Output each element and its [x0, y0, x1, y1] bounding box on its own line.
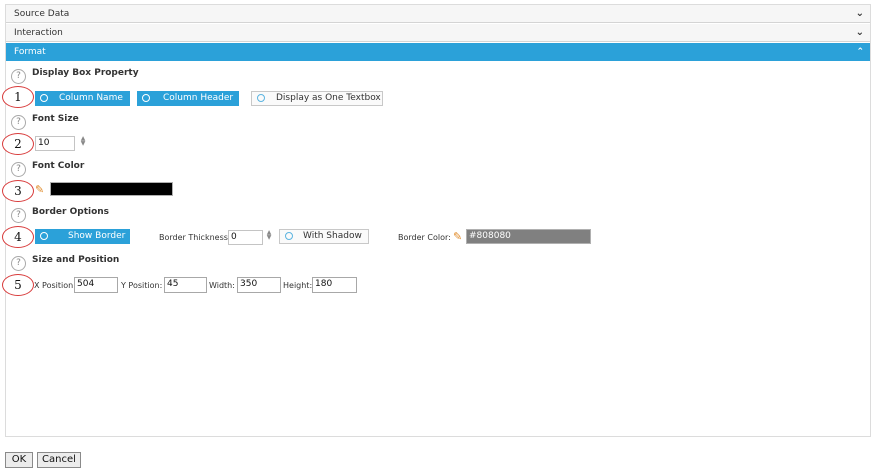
marker-1: 1	[2, 86, 34, 108]
marker-3: 3	[2, 180, 34, 202]
display-box-section: ? Display Box Property	[6, 66, 870, 88]
column-header-label: Column Header	[163, 93, 234, 103]
font-color-title: Font Color	[32, 161, 85, 171]
help-icon[interactable]: ?	[11, 256, 26, 271]
column-header-button[interactable]: Column Header	[137, 91, 239, 106]
accordion-interaction-label: Interaction	[14, 28, 63, 38]
font-size-section: ? Font Size	[6, 112, 870, 134]
chevron-down-icon: ⌄	[855, 27, 864, 38]
column-name-label: Column Name	[59, 93, 123, 103]
marker-5: 5	[2, 274, 34, 296]
with-shadow-label: With Shadow	[303, 231, 362, 241]
help-icon[interactable]: ?	[11, 115, 26, 130]
accordion-format[interactable]: Format ⌃	[6, 43, 870, 61]
accordion-interaction[interactable]: Interaction ⌄	[6, 24, 870, 42]
radio-icon	[285, 232, 293, 240]
font-size-title: Font Size	[32, 114, 79, 124]
size-position-section: ? Size and Position	[6, 253, 870, 275]
column-name-button[interactable]: Column Name	[35, 91, 130, 106]
font-color-section: ? Font Color	[6, 159, 870, 181]
accordion-source-data-label: Source Data	[14, 9, 70, 19]
height-label: Height:	[283, 281, 313, 290]
with-shadow-button[interactable]: With Shadow	[279, 229, 369, 244]
y-position-input[interactable]: 45	[164, 277, 207, 293]
marker-2: 2	[2, 133, 34, 155]
spinner-icon[interactable]: ▲ ▼	[80, 136, 86, 147]
properties-panel: Source Data ⌄ Interaction ⌄ Format ⌃ ? D…	[2, 4, 871, 437]
display-one-textbox-label: Display as One Textbox	[276, 93, 381, 103]
x-position-input[interactable]: 504	[74, 277, 118, 293]
chevron-down-icon: ⌄	[855, 8, 864, 19]
show-border-label: Show Border	[68, 231, 126, 241]
border-title: Border Options	[32, 207, 110, 217]
radio-icon	[40, 232, 48, 240]
y-position-label: Y Position:	[121, 281, 163, 290]
radio-icon	[40, 94, 48, 102]
font-color-swatch[interactable]	[50, 182, 173, 196]
help-icon[interactable]: ?	[11, 69, 26, 84]
border-section: ? Border Options	[6, 205, 870, 227]
size-position-title: Size and Position	[32, 255, 120, 265]
marker-4: 4	[2, 226, 34, 248]
display-box-title: Display Box Property	[32, 68, 139, 78]
accordion-source-data[interactable]: Source Data ⌄	[6, 5, 870, 23]
ok-button[interactable]: OK	[5, 452, 33, 468]
chevron-up-icon: ⌃	[856, 47, 864, 57]
border-color-label: Border Color:	[398, 233, 451, 242]
accordion-format-label: Format	[14, 47, 46, 57]
border-thickness-input[interactable]: 0	[228, 230, 263, 245]
font-size-input[interactable]: 10	[35, 136, 75, 151]
radio-icon	[142, 94, 150, 102]
display-one-textbox-button[interactable]: Display as One Textbox	[251, 91, 383, 106]
pencil-icon[interactable]: ✎	[35, 183, 44, 196]
border-color-swatch[interactable]: #808080	[466, 229, 591, 244]
cancel-button[interactable]: Cancel	[37, 452, 81, 468]
x-position-label: X Position:	[34, 281, 76, 290]
width-input[interactable]: 350	[237, 277, 281, 293]
show-border-button[interactable]: Show Border	[35, 229, 130, 244]
help-icon[interactable]: ?	[11, 208, 26, 223]
pencil-icon[interactable]: ✎	[453, 230, 462, 243]
spinner-icon[interactable]: ▲ ▼	[266, 230, 272, 241]
border-thickness-label: Border Thickness:	[159, 233, 231, 242]
width-label: Width:	[209, 281, 235, 290]
help-icon[interactable]: ?	[11, 162, 26, 177]
radio-icon	[257, 94, 265, 102]
height-input[interactable]: 180	[312, 277, 357, 293]
